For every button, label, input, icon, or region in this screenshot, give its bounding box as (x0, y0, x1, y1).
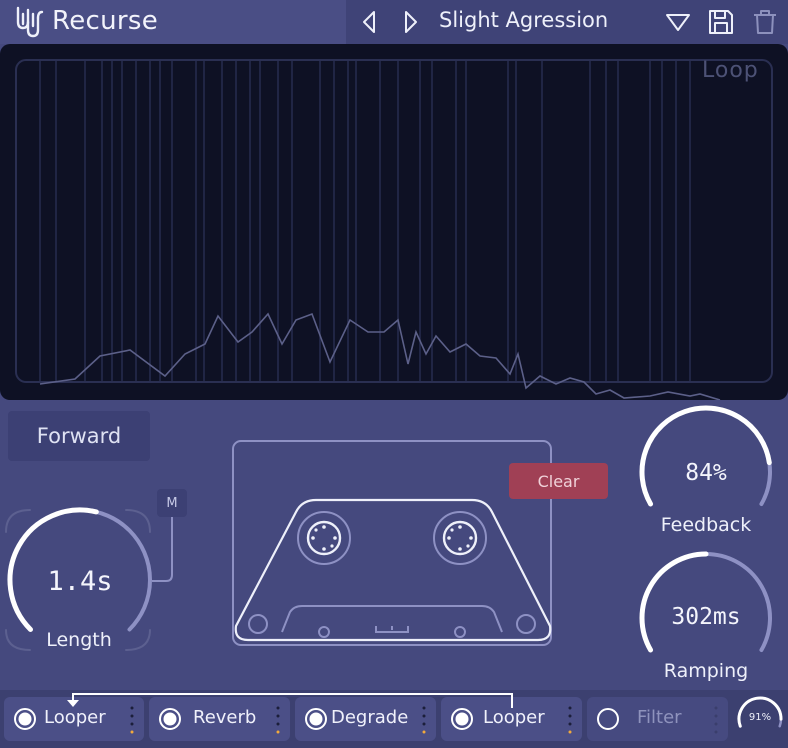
prev-preset-icon[interactable] (356, 8, 384, 36)
waveform-display (15, 59, 773, 400)
modulation-button[interactable]: M (157, 489, 187, 517)
length-value: 1.4s (47, 566, 113, 597)
feedback-value: 84% (685, 460, 727, 486)
clear-button[interactable]: Clear (509, 463, 608, 499)
feedback-routing-line (67, 693, 513, 708)
drag-handle-icon[interactable] (130, 705, 134, 735)
drag-handle-icon[interactable] (422, 705, 426, 735)
power-toggle-icon[interactable] (596, 707, 620, 731)
drag-handle-icon[interactable] (714, 705, 718, 735)
drag-handle-icon[interactable] (276, 705, 280, 735)
feedback-knob[interactable] (636, 402, 776, 510)
chain-slot-label: Looper (483, 707, 545, 728)
power-toggle-icon[interactable] (158, 707, 182, 731)
recurse-logo-icon (16, 6, 44, 38)
loop-label: Loop (702, 58, 759, 83)
dry-wet-value: 91% (748, 712, 772, 723)
direction-button[interactable]: Forward (8, 411, 150, 461)
save-icon[interactable] (707, 8, 735, 36)
power-toggle-icon[interactable] (450, 707, 474, 731)
mod-link-line (152, 515, 173, 582)
length-label: Length (46, 629, 112, 651)
chain-slot-label: Looper (44, 707, 106, 728)
power-toggle-icon[interactable] (304, 707, 328, 731)
chain-slot-label: Reverb (193, 707, 257, 728)
ramping-knob[interactable] (636, 548, 776, 656)
preset-menu-icon[interactable] (664, 8, 692, 36)
drag-handle-icon[interactable] (568, 705, 572, 735)
cassette-tape-icon (232, 440, 552, 646)
next-preset-icon[interactable] (396, 8, 424, 36)
chain-slot-label: Filter (637, 707, 682, 728)
trash-icon[interactable] (751, 8, 779, 36)
ramping-value: 302ms (671, 604, 741, 630)
preset-name[interactable]: Slight Agression (439, 8, 608, 32)
chain-slot-label: Degrade (331, 707, 409, 728)
power-toggle-icon[interactable] (13, 707, 37, 731)
app-title: Recurse (52, 6, 158, 36)
feedback-label: Feedback (660, 514, 752, 536)
ramping-label: Ramping (663, 660, 749, 682)
